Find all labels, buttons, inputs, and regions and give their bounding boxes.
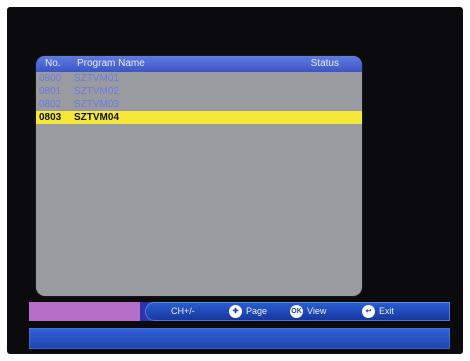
column-header-program-name: Program Name [77,58,145,69]
program-name: SZTVM02 [74,86,120,97]
program-number: 0800 [39,73,62,84]
program-name: SZTVM01 [74,73,120,84]
program-row-0801[interactable]: 0801 SZTVM02 [36,85,362,98]
page-shortcut[interactable]: ✚ Page [229,302,267,321]
program-row-0803-selected[interactable]: 0803 SZTVM04 [36,111,362,124]
column-header-status: Status [310,58,339,69]
bottom-info-bar [29,328,450,349]
program-row-0800[interactable]: 0800 SZTVM01 [36,72,362,85]
program-number: 0803 [39,112,62,123]
tv-screen: No. Program Name Status 0800 SZTVM01 080… [7,7,463,354]
help-bar-accent [29,302,140,321]
page-icon: ✚ [229,305,242,318]
help-bar-shortcuts: CH+/- ✚ Page OK View ↩ Exit [145,302,450,321]
program-name: SZTVM03 [74,99,120,110]
program-list-header: No. Program Name Status [36,56,362,72]
column-header-no: No. [45,58,61,69]
page-label: Page [246,306,268,316]
exit-label: Exit [379,306,395,316]
program-name: SZTVM04 [74,112,120,123]
exit-shortcut[interactable]: ↩ Exit [362,302,394,321]
help-bar: CH+/- ✚ Page OK View ↩ Exit [29,302,450,321]
channel-shortcut[interactable]: CH+/- [171,302,195,321]
channel-label: CH+/- [171,306,195,316]
view-label: View [307,306,327,316]
ok-icon: OK [290,305,303,318]
program-row-0802[interactable]: 0802 SZTVM03 [36,98,362,111]
program-number: 0801 [39,86,62,97]
program-list-panel: No. Program Name Status 0800 SZTVM01 080… [36,56,362,296]
program-number: 0802 [39,99,62,110]
exit-icon: ↩ [362,305,375,318]
view-shortcut[interactable]: OK View [290,302,326,321]
program-rows: 0800 SZTVM01 0801 SZTVM02 0802 SZTVM03 0… [36,72,362,124]
